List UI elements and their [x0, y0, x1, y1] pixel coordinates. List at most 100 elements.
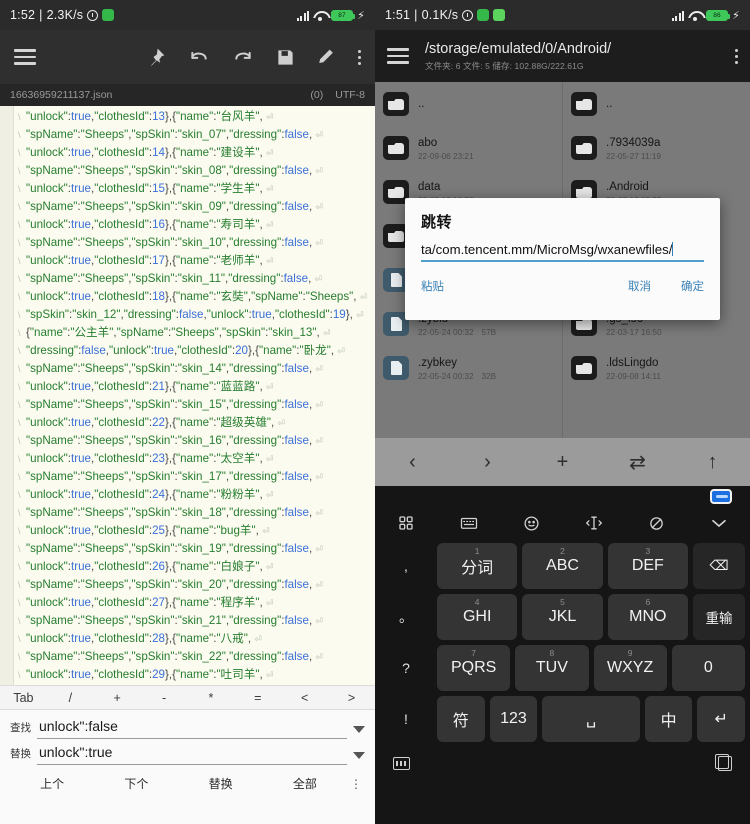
key-分词[interactable]: 1 分词	[437, 543, 518, 589]
grid-icon[interactable]	[375, 515, 438, 531]
key-0[interactable]: 0	[671, 645, 745, 691]
symbol-key-5[interactable]: =	[234, 691, 281, 705]
file-item-text: ..	[418, 97, 424, 111]
symbol-key-4[interactable]: *	[188, 691, 235, 705]
key-↵[interactable]: ↵	[697, 696, 746, 742]
ime-indicator-row	[375, 486, 750, 506]
file-list-item[interactable]: ..	[563, 82, 750, 126]
code-line: "spName":"Sheeps","spSkin":"skin_14","dr…	[18, 360, 369, 378]
dialog-path-input[interactable]: ta/com.tencent.mm/MicroMsg/wxanewfiles/	[421, 242, 704, 262]
key-123[interactable]: 123	[489, 696, 538, 742]
hamburger-menu-icon[interactable]	[387, 44, 409, 67]
key-DEF[interactable]: 3 DEF	[607, 543, 688, 589]
find-next-button[interactable]: 下个	[94, 775, 178, 792]
editor-file-bar: 16636959211137.json (0) UTF-8	[0, 84, 375, 106]
key-![interactable]: !	[380, 696, 432, 742]
keyboard-bottom-bar	[375, 747, 750, 779]
text-caret	[672, 242, 674, 256]
overflow-menu-icon[interactable]	[358, 47, 361, 68]
editor-code[interactable]: "unlock":true,"clothesId":13},{"name":"台…	[14, 106, 375, 685]
key-中[interactable]: 中	[644, 696, 693, 742]
dialog-input-value: ta/com.tencent.mm/MicroMsg/wxanewfiles/	[421, 242, 673, 257]
status-clock: 1:51	[385, 8, 411, 22]
pencil-icon[interactable]	[317, 48, 336, 67]
key-MNO[interactable]: 6 MNO	[607, 594, 688, 640]
symbol-key-6[interactable]: <	[281, 691, 328, 705]
key-PQRS[interactable]: 7 PQRS	[437, 645, 511, 691]
file-list-item[interactable]: ..	[375, 82, 562, 126]
file-list-item[interactable]: .ldsLingdo 22-09-08 14:11	[563, 346, 750, 390]
symbol-key-3[interactable]: -	[141, 691, 188, 705]
file-item-text: .7934039a 22-05-27 11:19	[606, 136, 661, 161]
key-TUV[interactable]: 8 TUV	[515, 645, 589, 691]
path-block[interactable]: /storage/emulated/0/Android/ 文件夹: 6 文件: …	[425, 41, 611, 72]
code-line: "dressing":false,"unlock":true,"clothesI…	[18, 342, 369, 360]
key-WXYZ[interactable]: 9 WXYZ	[593, 645, 667, 691]
nav-up-icon[interactable]: ↑	[675, 451, 750, 474]
nav-transfer-icon[interactable]: ⇄	[600, 450, 675, 475]
nav-add-icon[interactable]: +	[525, 451, 600, 474]
emoji-icon[interactable]	[500, 515, 563, 532]
keyboard-row: ? 7 PQRS 8 TUV 9 WXYZ 0	[380, 645, 745, 691]
symbol-key-2[interactable]: +	[94, 691, 141, 705]
collapse-icon[interactable]	[688, 517, 750, 529]
keyboard-switch-icon[interactable]	[393, 756, 410, 770]
overflow-menu-icon[interactable]	[735, 46, 738, 67]
hamburger-menu-icon[interactable]	[14, 45, 36, 68]
key-ABC[interactable]: 2 ABC	[522, 543, 603, 589]
redo-icon[interactable]	[232, 47, 254, 67]
keyboard-icon[interactable]	[438, 516, 501, 530]
find-overflow-menu-icon[interactable]: ⋮	[347, 777, 365, 791]
save-icon[interactable]	[276, 48, 295, 67]
file-manager-navbar: ‹ › + ⇄ ↑	[375, 438, 750, 486]
key-,[interactable]: ,	[380, 543, 432, 589]
key-重输[interactable]: 重输	[692, 594, 745, 640]
key-label: 123	[500, 710, 527, 727]
find-history-chevron-down-icon[interactable]	[353, 726, 365, 733]
key-符[interactable]: 符	[437, 696, 485, 742]
signal-icon	[671, 10, 685, 21]
confirm-button[interactable]: 确定	[681, 278, 704, 294]
symbol-key-1[interactable]: /	[47, 691, 94, 705]
key-label: GHI	[462, 608, 492, 625]
replace-history-chevron-down-icon[interactable]	[353, 752, 365, 759]
key-␣[interactable]: ␣	[542, 696, 640, 742]
file-list-item[interactable]: .7934039a 22-05-27 11:19	[563, 126, 750, 170]
cursor-move-icon[interactable]	[563, 515, 626, 531]
keyboard-keys[interactable]: , 1 分词 2 ABC 3 DEF ⌫。 4 GHI 5 JKL 6 MNO 重输? 7 PQRS 8 TUV 9 W…	[375, 540, 750, 742]
key-label: 分词	[461, 560, 494, 577]
symbol-key-0[interactable]: Tab	[0, 691, 47, 705]
clear-icon[interactable]	[625, 515, 688, 532]
key-GHI[interactable]: 4 GHI	[437, 594, 518, 640]
code-line: "spName":"Sheeps","spSkin":"skin_16","dr…	[18, 432, 369, 450]
status-separator: |	[39, 8, 43, 22]
key-⌫[interactable]: ⌫	[692, 543, 745, 589]
key-label: !	[404, 711, 408, 727]
cancel-button[interactable]: 取消	[628, 278, 651, 294]
file-list-item[interactable]: .zybkey 22-05-24 00:32 32B	[375, 346, 562, 390]
battery-icon: 86	[706, 9, 731, 21]
key-。[interactable]: 。	[380, 594, 432, 640]
editor-symbol-row[interactable]: Tab / + - * = < >	[0, 685, 375, 710]
code-line: "spName":"Sheeps","spSkin":"skin_08","dr…	[18, 162, 369, 180]
app-badge-icon	[102, 9, 115, 21]
clipboard-icon[interactable]	[715, 753, 732, 771]
nav-forward-icon[interactable]: ›	[450, 451, 525, 474]
replace-all-button[interactable]: 全部	[263, 775, 347, 792]
key-?[interactable]: ?	[380, 645, 432, 691]
editor-text-area[interactable]: "unlock":true,"clothesId":13},{"name":"台…	[0, 106, 375, 685]
nav-back-icon[interactable]: ‹	[375, 451, 450, 474]
replace-input[interactable]: unlock":true	[37, 742, 347, 765]
paste-button[interactable]: 粘贴	[421, 278, 444, 294]
code-line: "unlock":true,"clothesId":29},{"name":"吐…	[18, 666, 369, 684]
undo-icon[interactable]	[188, 47, 210, 67]
replace-button[interactable]: 替换	[179, 775, 263, 792]
find-input[interactable]: unlock":false	[37, 716, 347, 739]
find-prev-button[interactable]: 上个	[10, 775, 94, 792]
symbol-key-7[interactable]: >	[328, 691, 375, 705]
file-name: abo	[418, 136, 438, 149]
file-list-item[interactable]: abo 22-09-06 23:21	[375, 126, 562, 170]
pin-icon[interactable]	[146, 47, 166, 67]
key-JKL[interactable]: 5 JKL	[522, 594, 603, 640]
code-line: "unlock":true,"clothesId":14},{"name":"建…	[18, 144, 369, 162]
